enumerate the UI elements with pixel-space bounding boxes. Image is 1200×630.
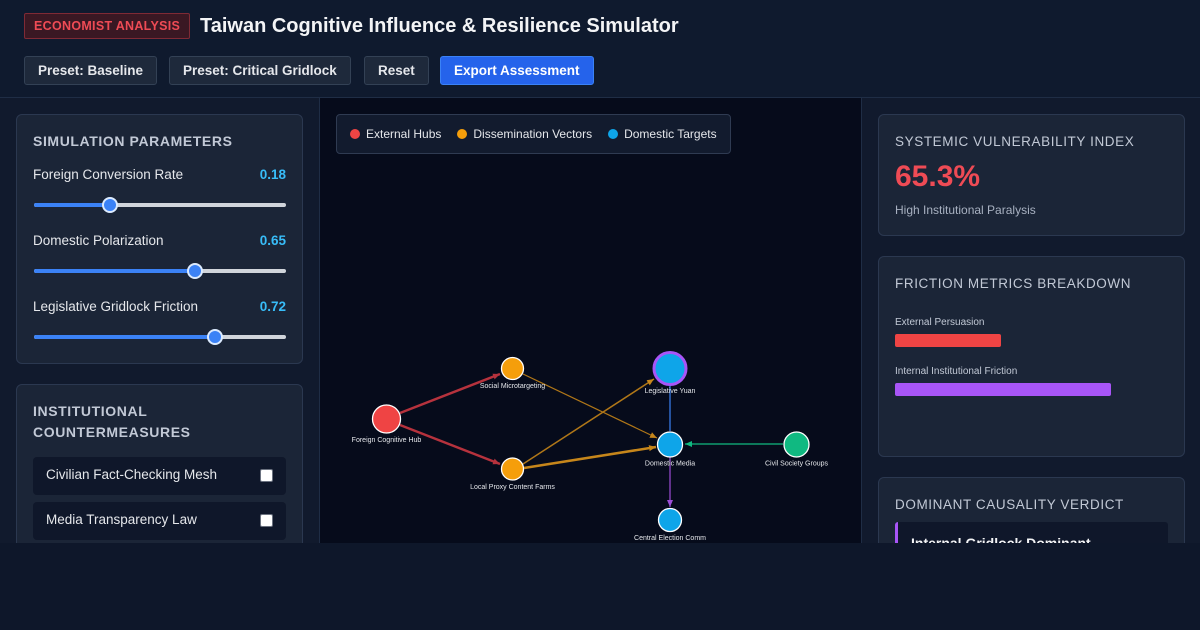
- simulator-app: ECONOMIST ANALYSIS Taiwan Cognitive Infl…: [0, 0, 1200, 630]
- friction-metrics-title: FRICTION METRICS BREAKDOWN: [895, 276, 1132, 291]
- countermeasure-label: Media Transparency Law: [46, 512, 197, 527]
- vulnerability-status: High Institutional Paralysis: [895, 203, 1036, 217]
- metric-label-external-persuasion: External Persuasion: [895, 317, 985, 328]
- institutional-countermeasures-card: INSTITUTIONAL COUNTERMEASURES Civilian F…: [16, 384, 303, 543]
- left-panel: SIMULATION PARAMETERS Foreign Conversion…: [0, 98, 320, 543]
- legend-domestic-targets: Domestic Targets: [608, 127, 717, 141]
- param-value-domestic-polarization: 0.65: [259, 233, 286, 248]
- vulnerability-index-title: SYSTEMIC VULNERABILITY INDEX: [895, 134, 1135, 149]
- influence-network-graph[interactable]: Foreign Cognitive Hub Social Microtarget…: [320, 98, 861, 543]
- slider-thumb[interactable]: [101, 197, 118, 213]
- node-civil-society-groups[interactable]: Civil Society Groups: [765, 431, 829, 468]
- orange-dot-icon: [457, 129, 468, 139]
- legislative-gridlock-slider[interactable]: [34, 329, 286, 345]
- blue-dot-icon: [608, 129, 619, 139]
- external-persuasion-bar: [895, 334, 1001, 347]
- countermeasure-media-transparency[interactable]: Media Transparency Law: [33, 502, 286, 540]
- foreign-conversion-slider[interactable]: [34, 197, 286, 213]
- fact-checking-checkbox[interactable]: [260, 469, 273, 482]
- node-label: Foreign Cognitive Hub: [352, 437, 422, 444]
- graph-legend: External Hubs Dissemination Vectors Dome…: [336, 114, 731, 154]
- legend-label: Domestic Targets: [624, 127, 717, 141]
- node-central-election-comm[interactable]: Central Election Comm: [634, 507, 706, 543]
- param-label-foreign-conversion: Foreign Conversion Rate: [33, 167, 184, 182]
- node-foreign-cognitive-hub[interactable]: Foreign Cognitive Hub: [352, 404, 422, 444]
- slider-thumb[interactable]: [187, 263, 204, 279]
- internal-friction-bar: [895, 383, 1111, 396]
- legend-label: Dissemination Vectors: [473, 127, 593, 141]
- node-domestic-media[interactable]: Domestic Media: [645, 431, 695, 468]
- countermeasure-fact-checking[interactable]: Civilian Fact-Checking Mesh: [33, 457, 286, 495]
- node-label: Legislative Yuan: [645, 388, 696, 395]
- param-value-foreign-conversion: 0.18: [259, 167, 286, 182]
- node-label: Central Election Comm: [634, 535, 706, 542]
- legend-label: External Hubs: [366, 127, 442, 141]
- causality-verdict-card: DOMINANT CAUSALITY VERDICT Internal Grid…: [878, 477, 1185, 543]
- param-value-legislative-gridlock: 0.72: [259, 299, 286, 314]
- friction-metrics-card: FRICTION METRICS BREAKDOWN External Pers…: [878, 256, 1185, 457]
- slider-fill: [34, 269, 196, 273]
- network-graph-panel: Foreign Cognitive Hub Social Microtarget…: [320, 98, 861, 543]
- countermeasures-title: INSTITUTIONAL COUNTERMEASURES: [33, 403, 191, 440]
- legend-dissemination-vectors: Dissemination Vectors: [457, 127, 592, 141]
- app-title: Taiwan Cognitive Influence & Resilience …: [200, 15, 679, 37]
- node-label: Social Microtargeting: [480, 383, 545, 390]
- param-label-legislative-gridlock: Legislative Gridlock Friction: [33, 299, 199, 314]
- simulation-parameters-card: SIMULATION PARAMETERS Foreign Conversion…: [16, 114, 303, 364]
- param-label-domestic-polarization: Domestic Polarization: [33, 233, 164, 248]
- top-header: ECONOMIST ANALYSIS Taiwan Cognitive Infl…: [0, 0, 1200, 98]
- vulnerability-index-card: SYSTEMIC VULNERABILITY INDEX 65.3% High …: [878, 114, 1185, 236]
- verdict-headline: Internal Gridlock Dominant: [911, 535, 1091, 543]
- node-legislative-yuan[interactable]: Legislative Yuan: [645, 351, 696, 396]
- vulnerability-index-value: 65.3%: [895, 160, 981, 193]
- legend-external-hubs: External Hubs: [350, 127, 441, 141]
- red-dot-icon: [350, 129, 360, 139]
- simulation-parameters-title: SIMULATION PARAMETERS: [33, 133, 233, 149]
- analysis-tag: ECONOMIST ANALYSIS: [24, 13, 191, 39]
- right-panel: SYSTEMIC VULNERABILITY INDEX 65.3% High …: [861, 98, 1200, 543]
- edge-hub-to-microtargeting: [399, 372, 501, 415]
- preset-critical-gridlock-button[interactable]: Preset: Critical Gridlock: [169, 56, 351, 85]
- slider-thumb[interactable]: [207, 329, 224, 345]
- verdict-box: Internal Gridlock Dominant: [895, 522, 1168, 543]
- slider-fill: [34, 203, 110, 207]
- domestic-polarization-slider[interactable]: [34, 263, 286, 279]
- export-assessment-button[interactable]: Export Assessment: [440, 56, 594, 85]
- countermeasure-label: Civilian Fact-Checking Mesh: [46, 467, 218, 482]
- node-social-microtargeting[interactable]: Social Microtargeting: [480, 356, 545, 391]
- edge-hub-to-proxy-farms: [399, 423, 501, 466]
- metric-label-internal-friction: Internal Institutional Friction: [895, 366, 1018, 377]
- media-transparency-checkbox[interactable]: [260, 514, 273, 527]
- node-label: Local Proxy Content Farms: [470, 484, 555, 491]
- node-label: Civil Society Groups: [765, 461, 829, 468]
- causality-verdict-title: DOMINANT CAUSALITY VERDICT: [895, 497, 1124, 512]
- slider-fill: [34, 335, 216, 339]
- node-label: Domestic Media: [645, 461, 695, 468]
- node-local-proxy-content-farms[interactable]: Local Proxy Content Farms: [470, 457, 555, 491]
- reset-button[interactable]: Reset: [364, 56, 429, 85]
- preset-baseline-button[interactable]: Preset: Baseline: [24, 56, 158, 85]
